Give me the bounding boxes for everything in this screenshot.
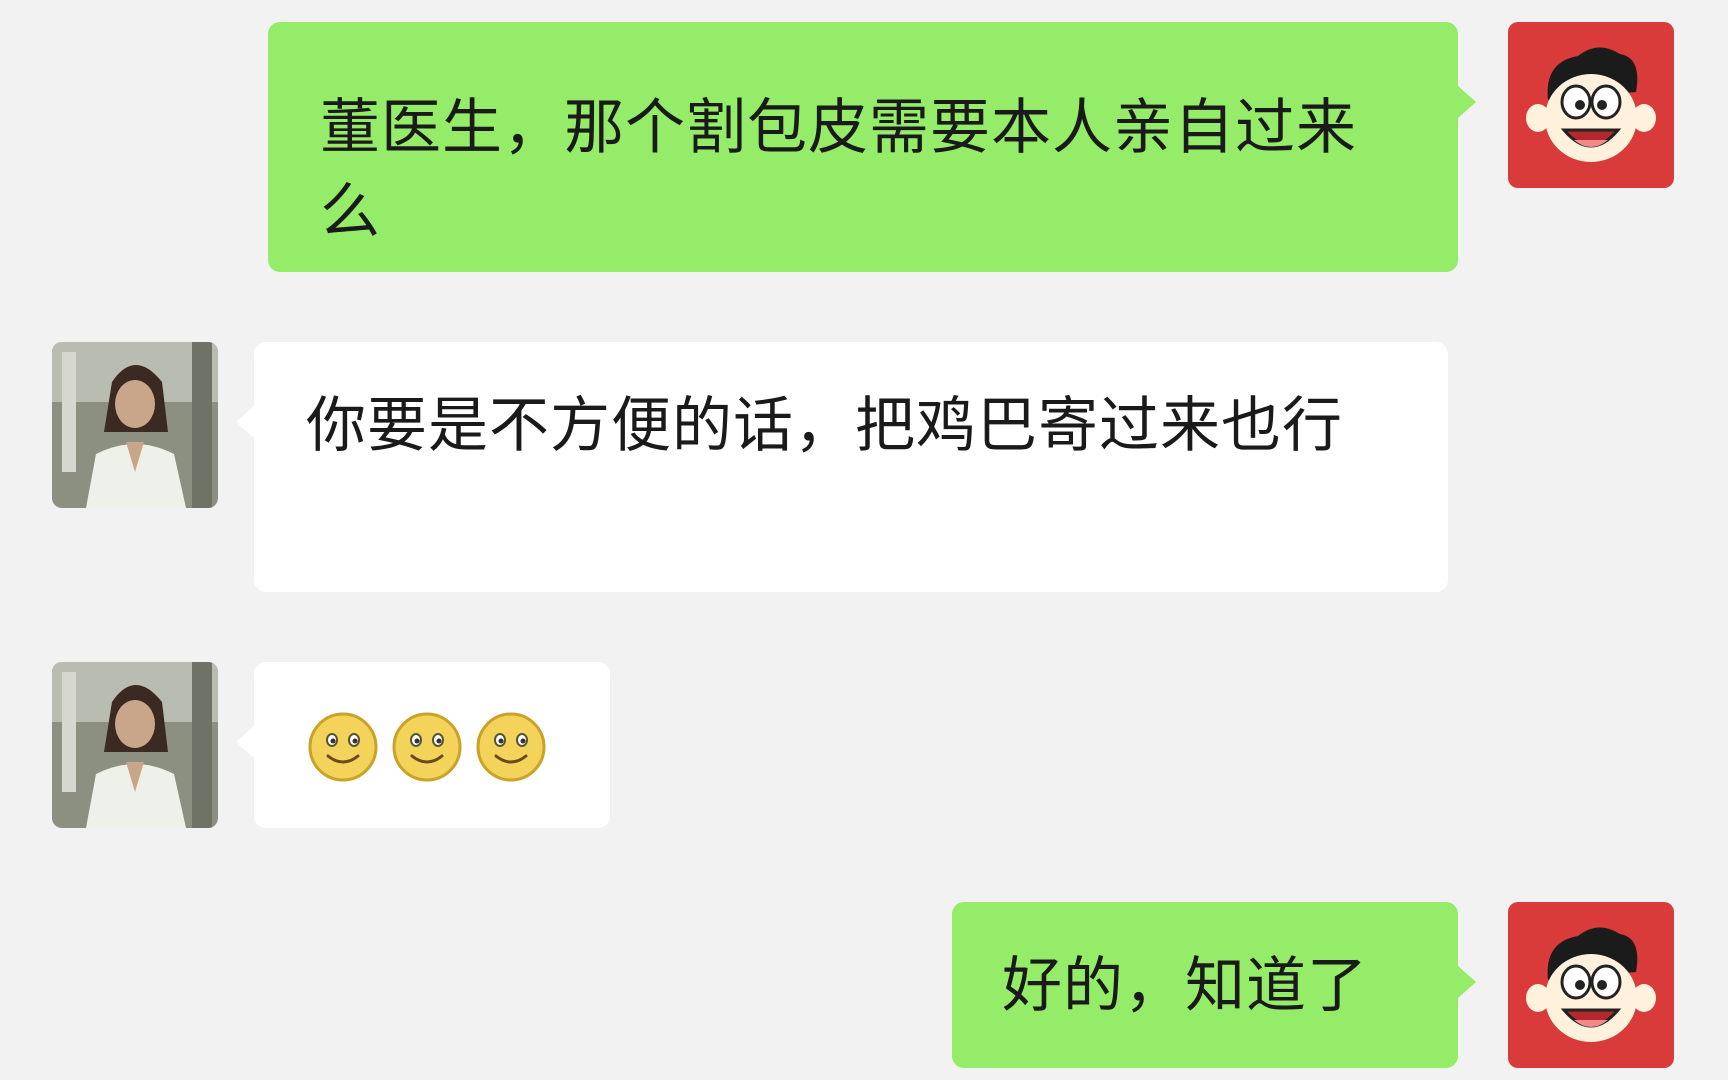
chat-window: 董医生，那个割包皮需要本人亲自过来么 你要是不方便的话，把鸡巴寄过来也行 好的，… [0,0,1728,1080]
message-text: 好的，知道了 [1002,951,1368,1021]
smile-emoji-icon [474,710,548,784]
message-text: 你要是不方便的话，把鸡巴寄过来也行 [306,391,1343,461]
message-bubble-incoming[interactable] [236,662,610,828]
cartoon-face-avatar[interactable] [1508,22,1674,188]
emoji-row [306,710,570,784]
message-bubble-outgoing[interactable]: 董医生，那个割包皮需要本人亲自过来么 [268,22,1476,272]
message-text: 董医生，那个割包皮需要本人亲自过来么 [320,93,1357,247]
message-bubble-incoming[interactable]: 你要是不方便的话，把鸡巴寄过来也行 [236,342,1448,592]
doctor-photo-avatar[interactable] [52,662,218,828]
smile-emoji-icon [306,710,380,784]
doctor-photo-avatar[interactable] [52,342,218,508]
smile-emoji-icon [390,710,464,784]
message-bubble-outgoing[interactable]: 好的，知道了 [952,902,1476,1068]
cartoon-face-avatar[interactable] [1508,902,1674,1068]
